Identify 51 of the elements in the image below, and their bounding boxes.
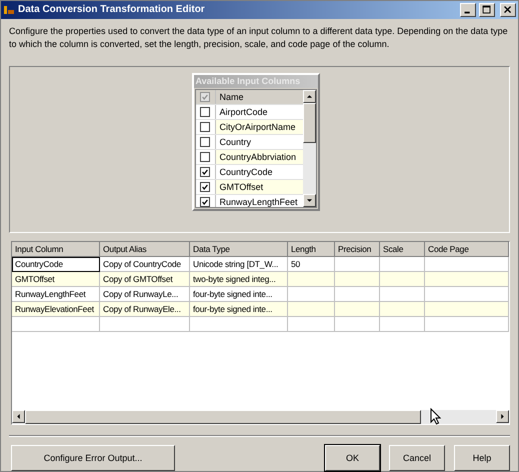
- table-cell: four-byte signed inte...: [190, 302, 288, 317]
- table-cell: Copy of RunwayEle...: [100, 302, 190, 317]
- scroll-left-button[interactable]: [12, 410, 25, 423]
- column-header[interactable]: Output Alias: [100, 242, 190, 257]
- column-header[interactable]: Data Type: [190, 242, 288, 257]
- column-name: GMTOffset: [216, 180, 302, 194]
- column-header[interactable]: Precision: [335, 242, 380, 257]
- window-title: Data Conversion Transformation Editor: [18, 4, 206, 16]
- maximize-button[interactable]: [479, 2, 495, 17]
- checkbox[interactable]: [200, 107, 210, 118]
- column-header[interactable]: Input Column: [12, 242, 100, 257]
- table-cell: GMTOffset: [12, 272, 100, 287]
- column-name: AirportCode: [218, 106, 269, 120]
- column-header[interactable]: Code Page: [425, 242, 509, 257]
- empty-cell: [288, 316, 335, 332]
- table-row[interactable]: RunwayElevationFeet Copy of RunwayEle... four-byte signed inte...: [12, 302, 509, 317]
- checkbox[interactable]: [200, 182, 210, 192]
- table-cell: RunwayElevationFeet: [12, 302, 100, 317]
- table-cell: Copy of GMTOffset: [100, 272, 190, 287]
- table-cell: CountryCode: [12, 256, 100, 272]
- column-header[interactable]: Scale: [380, 242, 425, 257]
- column-name: RunwayLengthFeet: [218, 196, 299, 208]
- table-cell: two-byte signed integ...: [190, 272, 288, 287]
- checkbox[interactable]: [200, 137, 210, 148]
- column-header: Name: [218, 91, 245, 104]
- checkbox[interactable]: [200, 152, 210, 162]
- minimize-button[interactable]: [460, 2, 476, 17]
- scrollbar-thumb[interactable]: [25, 410, 421, 424]
- cancel-button[interactable]: Cancel: [389, 445, 445, 471]
- description-text: Configure the properties used to convert the data type of an input column to a different data type. Depending on the data type to which the column is converted, set the length, precision, scale, and code page of the column.: [9, 26, 508, 49]
- close-button[interactable]: [500, 2, 516, 17]
- app-icon: [3, 4, 15, 16]
- column-name: CountryCode: [218, 166, 274, 180]
- checkbox[interactable]: [200, 197, 210, 208]
- table-row[interactable]: GMTOffset Copy of GMTOffset two-byte signed integ...: [12, 272, 509, 287]
- column-header[interactable]: Length: [288, 242, 335, 257]
- checkbox[interactable]: [200, 167, 210, 178]
- checkbox[interactable]: [200, 122, 210, 132]
- column-name: Country: [218, 136, 252, 150]
- scrollbar-thumb[interactable]: [302, 103, 316, 144]
- column-name: CityOrAirportName: [216, 120, 302, 134]
- scroll-right-button[interactable]: [496, 410, 509, 423]
- configure-error-output-button[interactable]: Configure Error Output...: [11, 445, 175, 471]
- empty-cell: [335, 316, 380, 332]
- scroll-down-button[interactable]: [302, 194, 316, 208]
- column-name: CountryAbbrviation: [216, 150, 302, 164]
- empty-cell: [380, 316, 425, 332]
- help-button[interactable]: Help: [454, 445, 510, 471]
- ok-button[interactable]: OK: [325, 445, 380, 471]
- scroll-up-button[interactable]: [302, 90, 316, 104]
- checkbox[interactable]: [200, 92, 210, 102]
